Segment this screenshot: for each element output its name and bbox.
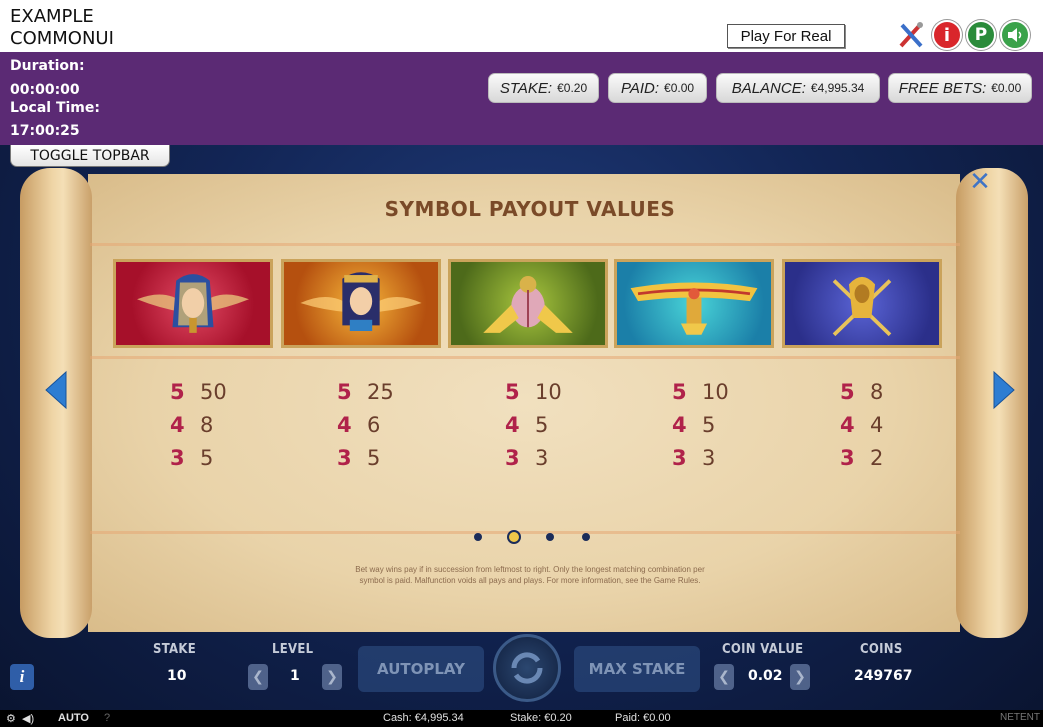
fine-print-line1: Bet way wins pay if in succession from l…	[355, 565, 705, 574]
page-dot-1[interactable]	[474, 533, 482, 541]
coin-value: 0.02	[748, 668, 783, 684]
p-icon[interactable]: P	[966, 20, 996, 50]
balance-pill: BALANCE: €4,995.34	[716, 73, 880, 103]
stake-value: €0.20	[557, 81, 588, 95]
stake-control-value: 10	[167, 668, 187, 684]
freebets-label: FREE BETS:	[898, 79, 987, 97]
cash-status: Cash: €4,995.34	[383, 712, 464, 724]
max-stake-button[interactable]: MAX STAKE	[574, 646, 700, 692]
divider-bottom	[90, 531, 960, 534]
level-label: LEVEL	[272, 642, 314, 657]
balance-label: BALANCE:	[731, 79, 806, 97]
paytable-fine-print: Bet way wins pay if in succession from l…	[290, 564, 770, 586]
close-icon[interactable]: ✕	[968, 169, 992, 195]
level-decrease-button[interactable]: ❮	[248, 664, 268, 690]
symbol-cobra	[782, 259, 942, 348]
freebets-value: €0.00	[991, 81, 1022, 95]
coin-value-increase-button[interactable]: ❯	[790, 664, 810, 690]
page-dot-4[interactable]	[582, 533, 590, 541]
coins-value: 249767	[854, 668, 913, 684]
spin-button[interactable]	[493, 634, 561, 702]
fine-print-line2: symbol is paid. Malfunction voids all pa…	[359, 576, 701, 585]
paid-pill: PAID: €0.00	[608, 73, 707, 103]
speaker-icon[interactable]: ◀)	[22, 712, 34, 725]
balance-value: €4,995.34	[810, 81, 865, 95]
payout-scarab: 5 10 45 33	[505, 380, 562, 470]
coins-label: COINS	[860, 642, 903, 657]
payout-cobra: 58 44 32	[840, 380, 884, 470]
sound-icon[interactable]	[1000, 20, 1030, 50]
level-increase-button[interactable]: ❯	[322, 664, 342, 690]
play-for-real-button[interactable]: Play For Real	[727, 24, 845, 48]
duration-value: 00:00:00	[10, 82, 80, 98]
localtime-value: 17:00:25	[10, 123, 80, 139]
duration-label: Duration:	[10, 58, 85, 74]
auto-toggle[interactable]: AUTO	[58, 712, 89, 724]
tools-icon[interactable]	[896, 20, 926, 50]
paid-label: PAID:	[620, 79, 660, 97]
paid-status: Paid: €0.00	[615, 712, 671, 724]
symbol-cleopatra	[281, 259, 441, 348]
top-header: EXAMPLE COMMONUI Play For Real i P	[0, 0, 1043, 52]
toggle-topbar-button[interactable]: TOGGLE TOPBAR	[10, 145, 170, 167]
brand-line2: COMMONUI	[10, 28, 114, 49]
coin-value-decrease-button[interactable]: ❮	[714, 664, 734, 690]
settings-icon[interactable]: ⚙	[6, 712, 16, 725]
paytable-title: SYMBOL PAYOUT VALUES	[384, 197, 676, 221]
page-dot-2[interactable]	[507, 530, 521, 544]
stake-status: Stake: €0.20	[510, 712, 572, 724]
coin-value-label: COIN VALUE	[722, 642, 804, 657]
divider-mid	[90, 356, 960, 359]
symbol-pharaoh	[113, 259, 273, 348]
provider-logo: NETENT	[1000, 712, 1040, 723]
level-value: 1	[290, 668, 300, 684]
payout-pharaoh: 5 50 48 35	[170, 380, 227, 470]
freebets-pill: FREE BETS: €0.00	[888, 73, 1032, 103]
payout-winged-sun: 5 10 45 33	[672, 380, 729, 470]
localtime-label: Local Time:	[10, 100, 100, 116]
help-icon[interactable]: ?	[104, 712, 110, 724]
info-icon[interactable]: i	[932, 20, 962, 50]
next-page-arrow-icon[interactable]	[992, 370, 1016, 410]
info-i-icon[interactable]: i	[10, 664, 34, 690]
symbol-winged-sun	[614, 259, 774, 348]
divider-top	[90, 243, 960, 246]
stake-control-label: STAKE	[153, 642, 197, 657]
stake-pill: STAKE: €0.20	[488, 73, 599, 103]
autoplay-button[interactable]: AUTOPLAY	[358, 646, 484, 692]
page-dot-3[interactable]	[546, 533, 554, 541]
prev-page-arrow-icon[interactable]	[44, 370, 68, 410]
spin-arrows-icon	[511, 652, 543, 684]
brand-name: EXAMPLE COMMONUI	[10, 6, 114, 50]
paid-value: €0.00	[664, 81, 695, 95]
symbol-scarab	[448, 259, 608, 348]
brand-line1: EXAMPLE	[10, 6, 94, 27]
stake-label: STAKE:	[499, 79, 553, 97]
payout-cleopatra: 5 25 46 35	[337, 380, 394, 470]
